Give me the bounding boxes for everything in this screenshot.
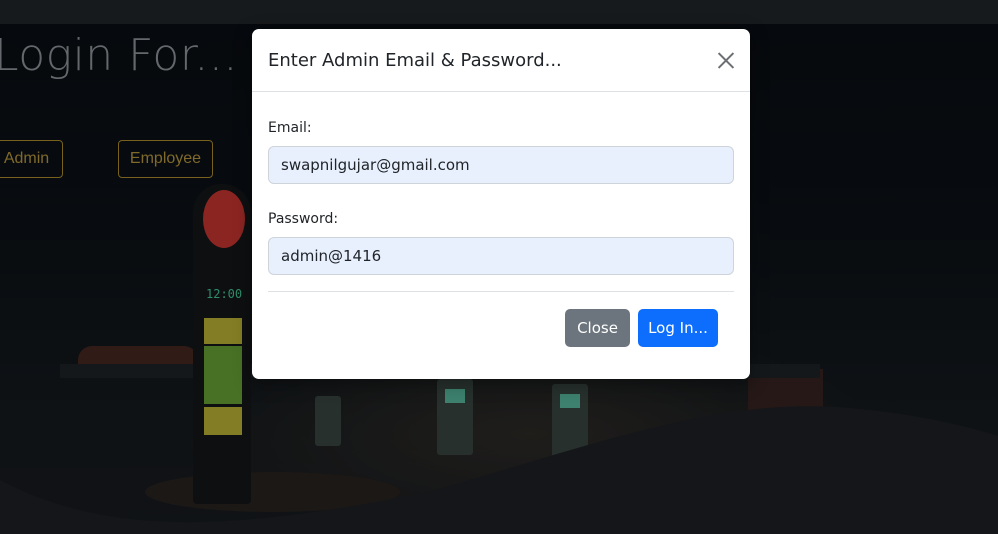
modal-body: Email: Password: — [252, 120, 750, 275]
password-label: Password: — [268, 211, 339, 227]
modal-header: Enter Admin Email & Password... — [252, 29, 750, 92]
close-icon[interactable] — [716, 50, 736, 70]
modal-footer: Close Log In... — [252, 309, 750, 347]
admin-login-modal: Enter Admin Email & Password... Email: P… — [252, 29, 750, 379]
email-field[interactable] — [268, 146, 734, 184]
login-button[interactable]: Log In... — [638, 309, 718, 347]
modal-divider — [268, 291, 734, 292]
password-field[interactable] — [268, 237, 734, 275]
email-label: Email: — [268, 120, 312, 136]
modal-title: Enter Admin Email & Password... — [268, 49, 562, 71]
close-button[interactable]: Close — [565, 309, 630, 347]
